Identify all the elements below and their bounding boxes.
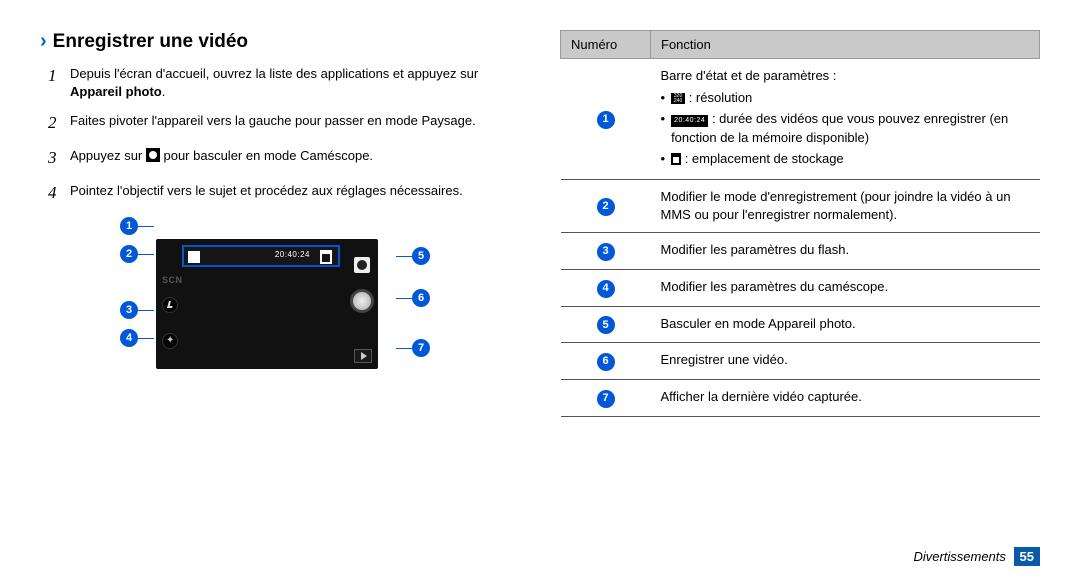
step-4: 4 Pointez l'objectif vers le sujet et pr… — [48, 182, 520, 205]
scn-label: SCN — [162, 275, 183, 285]
status-time: 20:40:24 — [275, 250, 310, 259]
step-3-text-pre: Appuyez sur — [70, 148, 146, 163]
th-numero: Numéro — [561, 31, 651, 59]
row3-text: Modifier les paramètres du flash. — [651, 233, 1040, 270]
th-fonction: Fonction — [651, 31, 1040, 59]
row4-text: Modifier les paramètres du caméscope. — [651, 270, 1040, 307]
camera-icon — [146, 148, 160, 162]
table-row: 7 Afficher la dernière vidéo capturée. — [561, 380, 1040, 417]
callout-3: 3 — [120, 301, 138, 319]
gear-icon — [162, 333, 178, 349]
callout-4: 4 — [120, 329, 138, 347]
storage-icon — [320, 250, 332, 264]
callout-6: 6 — [412, 289, 430, 307]
callout-7: 7 — [412, 339, 430, 357]
step-1-text-pre: Depuis l'écran d'accueil, ouvrez la list… — [70, 66, 478, 81]
storage-mini-icon — [671, 153, 681, 165]
step-4-text: Pointez l'objectif vers le sujet et proc… — [70, 182, 463, 205]
resolution-mini-icon: 320 240 — [671, 93, 685, 104]
step-3-text-post: pour basculer en mode Caméscope. — [160, 148, 373, 163]
section-heading: › Enregistrer une vidéo — [40, 30, 520, 53]
row-num-3: 3 — [597, 243, 615, 261]
switch-camera-icon — [354, 257, 370, 273]
table-row: 3 Modifier les paramètres du flash. — [561, 233, 1040, 270]
row5-text: Basculer en mode Appareil photo. — [651, 306, 1040, 343]
step-number: 3 — [48, 147, 70, 170]
table-row: 5 Basculer en mode Appareil photo. — [561, 306, 1040, 343]
heading-text: Enregistrer une vidéo — [53, 31, 248, 53]
row-num-5: 5 — [597, 316, 615, 334]
callout-5: 5 — [412, 247, 430, 265]
function-table: Numéro Fonction 1 Barre d'état et de par… — [560, 30, 1040, 417]
table-row: 2 Modifier le mode d'enregistrement (pou… — [561, 179, 1040, 232]
row6-text: Enregistrer une vidéo. — [651, 343, 1040, 380]
table-row: 4 Modifier les paramètres du caméscope. — [561, 270, 1040, 307]
row-num-1: 1 — [597, 111, 615, 129]
page-footer: Divertissements 55 — [913, 547, 1040, 566]
step-number: 4 — [48, 182, 70, 205]
camcorder-diagram: 1 2 3 4 5 6 7 20:40:24 SCN — [120, 217, 430, 397]
step-number: 2 — [48, 112, 70, 135]
row-num-4: 4 — [597, 280, 615, 298]
play-icon — [354, 349, 372, 363]
duration-mini-icon: 20:40:24 — [671, 115, 708, 127]
footer-label: Divertissements — [913, 549, 1005, 564]
row1-intro: Barre d'état et de paramètres : — [661, 68, 837, 83]
callout-1: 1 — [120, 217, 138, 235]
table-row: 6 Enregistrer une vidéo. — [561, 343, 1040, 380]
status-bar: 20:40:24 — [182, 245, 340, 267]
step-number: 1 — [48, 65, 70, 100]
page-number: 55 — [1014, 547, 1040, 566]
table-row: 1 Barre d'état et de paramètres : •320 2… — [561, 59, 1040, 180]
step-2: 2 Faites pivoter l'appareil vers la gauc… — [48, 112, 520, 135]
step-1-bold: Appareil photo — [70, 84, 162, 99]
row2-text: Modifier le mode d'enregistrement (pour … — [651, 179, 1040, 232]
callout-2: 2 — [120, 245, 138, 263]
row-num-6: 6 — [597, 353, 615, 371]
row7-text: Afficher la dernière vidéo capturée. — [651, 380, 1040, 417]
row-num-7: 7 — [597, 390, 615, 408]
resolution-icon — [188, 251, 200, 263]
step-1-text-post: . — [162, 84, 166, 99]
row1-bullet-2: : durée des vidéos que vous pouvez enreg… — [671, 111, 1008, 144]
step-2-text: Faites pivoter l'appareil vers la gauche… — [70, 112, 476, 135]
step-list: 1 Depuis l'écran d'accueil, ouvrez la li… — [48, 65, 520, 205]
record-button-icon — [350, 289, 374, 313]
row1-bullet-3: : emplacement de stockage — [685, 151, 844, 166]
chevron-icon: › — [40, 30, 47, 53]
row1-bullet-1: : résolution — [689, 90, 753, 105]
step-3: 3 Appuyez sur pour basculer en mode Camé… — [48, 147, 520, 170]
step-1: 1 Depuis l'écran d'accueil, ouvrez la li… — [48, 65, 520, 100]
viewfinder: 20:40:24 SCN — [156, 239, 378, 369]
flash-icon — [162, 297, 178, 313]
row-num-2: 2 — [597, 198, 615, 216]
